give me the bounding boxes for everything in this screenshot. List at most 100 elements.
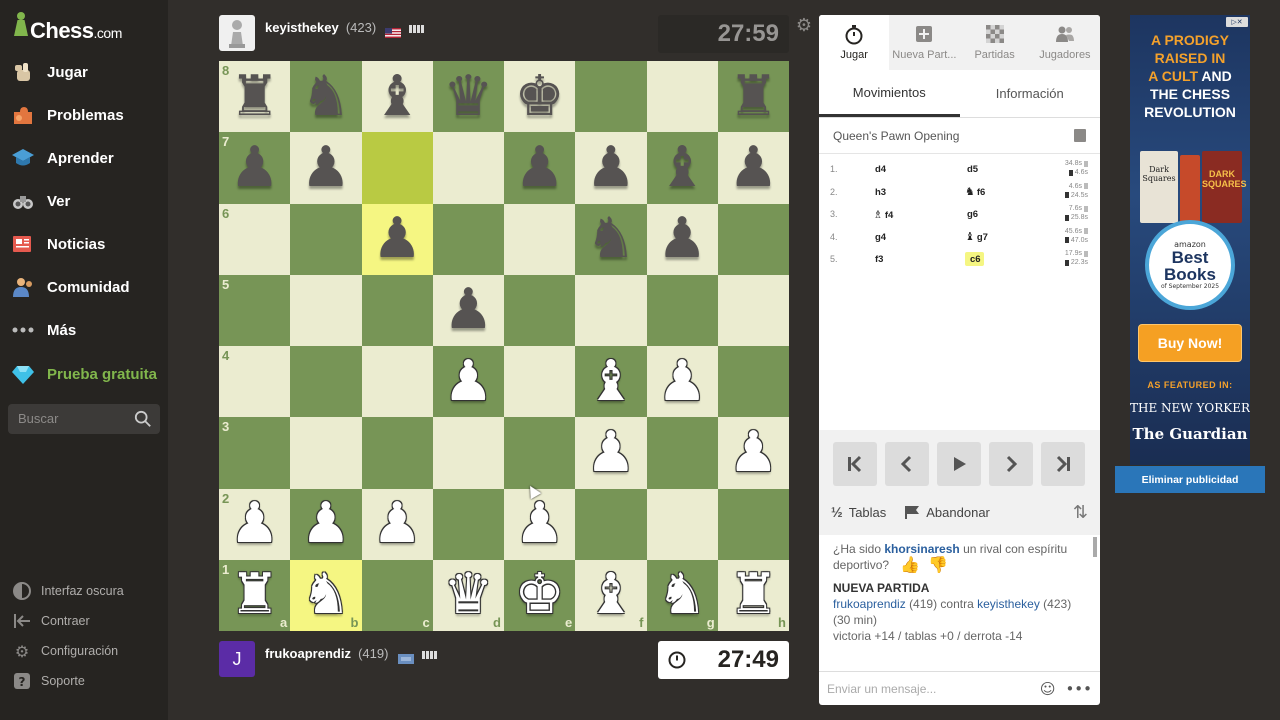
thumbs-down-icon[interactable]: 👎 xyxy=(928,557,948,574)
top-player-name[interactable]: keyisthekey xyxy=(265,20,339,35)
square-b6[interactable] xyxy=(290,203,362,275)
search-input[interactable] xyxy=(18,411,128,426)
black-pawn-icon[interactable]: ♟ xyxy=(657,211,707,267)
black-move[interactable]: ♞ f6 xyxy=(965,185,985,198)
sidebar-item-problemas[interactable]: Problemas xyxy=(10,99,165,131)
sidebar-item-ver[interactable]: Ver xyxy=(10,185,165,217)
square-d3[interactable] xyxy=(432,417,504,489)
white-king-icon[interactable]: ♚ xyxy=(515,567,565,623)
square-b1[interactable]: b ♞ xyxy=(290,559,362,631)
tab-partidas[interactable]: Partidas xyxy=(960,15,1030,70)
book-icon[interactable] xyxy=(1074,129,1086,142)
black-pawn-icon[interactable]: ♟ xyxy=(301,139,351,196)
white-knight-icon[interactable]: ♞ xyxy=(301,567,351,623)
square-g6[interactable]: ♟ xyxy=(646,203,718,275)
chess-com-logo[interactable]: Chess.com xyxy=(14,12,122,44)
square-c7[interactable] xyxy=(361,132,433,204)
previous-move-button[interactable] xyxy=(885,442,929,486)
black-rook-icon[interactable]: ♜ xyxy=(728,68,778,125)
chat-scrollbar[interactable] xyxy=(1093,537,1097,557)
opening-name[interactable]: Queen's Pawn Opening xyxy=(833,129,959,143)
square-e7[interactable]: ♟ xyxy=(504,132,576,204)
support-link[interactable]: ? Soporte xyxy=(12,670,85,692)
square-c3[interactable] xyxy=(361,417,433,489)
square-h1[interactable]: h ♜ xyxy=(717,559,789,631)
white-pawn-icon[interactable]: ♟ xyxy=(301,496,351,552)
black-knight-icon[interactable]: ♞ xyxy=(586,211,636,267)
square-d7[interactable] xyxy=(432,132,504,204)
square-b8[interactable]: ♞ xyxy=(290,61,362,133)
opponent-link[interactable]: khorsinaresh xyxy=(884,542,959,556)
white-bishop-icon[interactable]: ♝ xyxy=(586,567,636,623)
search-icon[interactable] xyxy=(134,410,152,428)
square-f4[interactable]: ♝ xyxy=(575,346,647,418)
square-a5[interactable]: 5 xyxy=(219,274,291,346)
collapse-button[interactable]: Contraer xyxy=(12,610,90,632)
player2-link[interactable]: keyisthekey xyxy=(977,597,1040,611)
square-h7[interactable]: ♟ xyxy=(717,132,789,204)
black-pawn-icon[interactable]: ♟ xyxy=(443,282,493,338)
square-h3[interactable]: ♟ xyxy=(717,417,789,489)
square-a8[interactable]: 8 ♜ xyxy=(219,61,291,133)
white-move[interactable]: ♗ f4 xyxy=(873,208,893,221)
square-a7[interactable]: 7 ♟ xyxy=(219,132,291,204)
player1-link[interactable]: frukoaprendiz xyxy=(833,597,906,611)
square-b5[interactable] xyxy=(290,274,362,346)
sidebar-item-comunidad[interactable]: Comunidad xyxy=(10,271,165,303)
black-knight-icon[interactable]: ♞ xyxy=(301,68,351,125)
white-pawn-icon[interactable]: ♟ xyxy=(728,424,778,481)
bottom-player-name[interactable]: frukoaprendiz xyxy=(265,646,351,661)
flip-board-icon[interactable]: ⇅ xyxy=(1073,502,1088,523)
square-h6[interactable] xyxy=(717,203,789,275)
square-e2[interactable]: ♟ xyxy=(504,488,576,560)
black-pawn-icon[interactable]: ♟ xyxy=(230,139,280,196)
white-queen-icon[interactable]: ♛ xyxy=(443,567,493,623)
square-f1[interactable]: f ♝ xyxy=(575,559,647,631)
square-d1[interactable]: d ♛ xyxy=(432,559,504,631)
white-knight-icon[interactable]: ♞ xyxy=(657,567,707,623)
square-c1[interactable]: c xyxy=(361,559,433,631)
square-a1[interactable]: 1 a ♜ xyxy=(219,559,291,631)
board-settings-gear-icon[interactable]: ⚙ xyxy=(795,15,813,36)
play-button[interactable] xyxy=(937,442,981,486)
square-a3[interactable]: 3 xyxy=(219,417,291,489)
tab-nueva-partida[interactable]: Nueva Part... xyxy=(889,15,959,70)
square-f5[interactable] xyxy=(575,274,647,346)
emoji-icon[interactable]: ☺ xyxy=(1040,680,1056,698)
square-g1[interactable]: g ♞ xyxy=(646,559,718,631)
white-move[interactable]: f3 xyxy=(873,253,883,265)
white-bishop-icon[interactable]: ♝ xyxy=(586,353,636,410)
black-move[interactable]: ♝ g7 xyxy=(965,230,988,243)
square-c8[interactable]: ♝ xyxy=(361,61,433,133)
square-e8[interactable]: ♚ xyxy=(504,61,576,133)
square-f3[interactable]: ♟ xyxy=(575,417,647,489)
last-move-button[interactable] xyxy=(1041,442,1085,486)
tab-movimientos[interactable]: Movimientos xyxy=(819,70,960,117)
black-pawn-icon[interactable]: ♟ xyxy=(728,139,778,196)
white-move[interactable]: h3 xyxy=(873,186,886,198)
white-pawn-icon[interactable]: ♟ xyxy=(515,496,565,552)
sidebar-item-jugar[interactable]: Jugar xyxy=(10,56,165,88)
black-pawn-icon[interactable]: ♟ xyxy=(515,139,565,196)
black-move[interactable]: g6 xyxy=(965,208,978,220)
white-move[interactable]: d4 xyxy=(873,163,886,175)
tab-jugar[interactable]: Jugar xyxy=(819,15,890,70)
sidebar-item-mas[interactable]: Más xyxy=(10,314,165,346)
square-h2[interactable] xyxy=(717,488,789,560)
square-b2[interactable]: ♟ xyxy=(290,488,362,560)
black-pawn-icon[interactable]: ♟ xyxy=(372,211,422,267)
chess-board[interactable]: 8 ♜ ♞ ♝ ♛ ♚ ♜ 7 ♟ ♟ ♟ ♟ ♝ ♟ 6 ♟ ♞ ♟ 5 ♟ 4 ♟ ♝ ♟ 3 ♟ ♟ 2 ♟ ♟ ♟ ♟ 1 a ♜ b ♞ c d ♛… xyxy=(219,61,789,631)
draw-button[interactable]: ½ Tablas xyxy=(831,504,886,520)
black-move[interactable]: c6 xyxy=(965,252,984,267)
square-a6[interactable]: 6 xyxy=(219,203,291,275)
dark-mode-toggle[interactable]: Interfaz oscura xyxy=(12,580,124,602)
settings-link[interactable]: ⚙ Configuración xyxy=(12,640,118,662)
square-e1[interactable]: e ♚ xyxy=(504,559,576,631)
square-e5[interactable] xyxy=(504,274,576,346)
square-b4[interactable] xyxy=(290,346,362,418)
square-a4[interactable]: 4 xyxy=(219,346,291,418)
black-rook-icon[interactable]: ♜ xyxy=(230,68,280,125)
square-e4[interactable] xyxy=(504,346,576,418)
black-king-icon[interactable]: ♚ xyxy=(515,68,565,125)
square-f8[interactable] xyxy=(575,61,647,133)
